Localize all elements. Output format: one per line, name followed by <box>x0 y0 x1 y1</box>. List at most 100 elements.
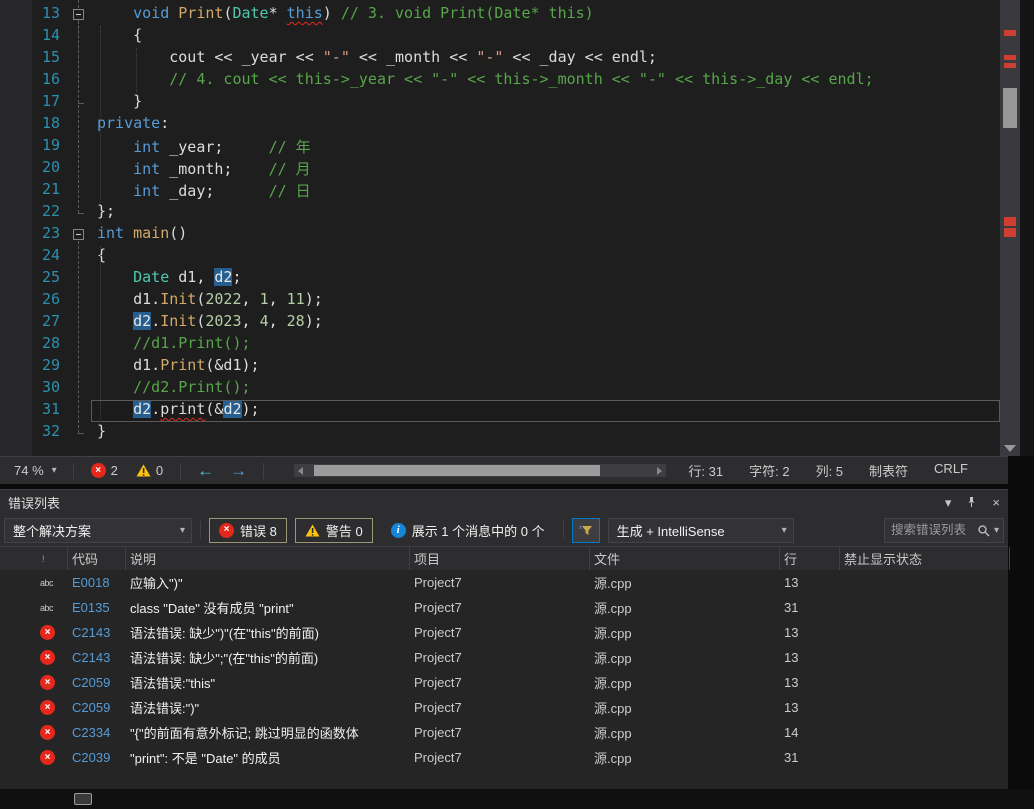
cell-file: 源.cpp <box>594 726 632 741</box>
cell-severity: × <box>0 650 68 665</box>
code-line-22[interactable]: }; <box>91 202 1000 224</box>
scrollbar-left-arrow-icon[interactable] <box>298 467 304 475</box>
error-icon: × <box>40 725 55 740</box>
separator <box>180 462 182 479</box>
code-line-25[interactable]: Date d1, d2; <box>91 268 1000 290</box>
window-position-chevron-icon[interactable]: ▾ <box>945 496 952 509</box>
caret-position-info: 行: 31 字符: 2 列: 5 制表符 CRLF <box>688 461 968 480</box>
error-list-titlebar[interactable]: 错误列表 ▾ × <box>0 490 1008 514</box>
code-token: << _day << endl; <box>503 48 657 66</box>
line-number: 32 <box>41 422 60 440</box>
tabs-indicator[interactable]: 制表符 <box>869 461 908 480</box>
cell-project: Project7 <box>414 600 462 615</box>
column-header-project[interactable]: 项目 <box>410 547 590 570</box>
code-line-32[interactable]: } <box>91 422 1000 444</box>
source-filter-dropdown[interactable]: 生成 + IntelliSense ▾ <box>607 517 794 543</box>
chevron-down-icon[interactable]: ▾ <box>994 525 999 536</box>
vertical-scrollbar[interactable] <box>1000 0 1020 456</box>
line-number: 27 <box>41 312 60 330</box>
cell-description: 语法错误: 缺少")"(在"this"的前面) <box>130 626 319 641</box>
warning-count-indicator[interactable]: 0 <box>136 463 163 478</box>
search-icon[interactable] <box>977 524 990 537</box>
error-row[interactable]: × C2334 "{"的前面有意外标记; 跳过明显的函数体 Project7 源.cpp… <box>0 720 1008 745</box>
error-row[interactable]: abc E0135 class "Date" 没有成员 "print" Project… <box>0 595 1008 620</box>
column-header-file[interactable]: 文件 <box>590 547 780 570</box>
pin-icon[interactable] <box>965 496 978 509</box>
warnings-filter-button[interactable]: 警告 0 <box>294 517 373 543</box>
fold-toggle-icon[interactable] <box>73 9 84 20</box>
cell-description: class "Date" 没有成员 "print" <box>130 601 294 616</box>
cell-code: E0018 <box>72 575 110 590</box>
code-area[interactable]: void Print(Date* this) // 3. void Print(… <box>91 0 1000 456</box>
line-number: 15 <box>41 48 60 66</box>
fold-toggle-icon[interactable] <box>73 229 84 240</box>
code-line-18[interactable]: private: <box>91 114 1000 136</box>
taskbar-icon[interactable] <box>74 793 92 805</box>
search-error-list-input[interactable] <box>891 523 973 537</box>
code-line-17[interactable]: } <box>91 92 1000 114</box>
code-token: int <box>133 138 161 156</box>
error-icon: × <box>40 700 55 715</box>
fold-margin[interactable] <box>66 0 91 456</box>
error-row[interactable]: × C2059 语法错误:"this" Project7 源.cpp 13 <box>0 670 1008 695</box>
code-line-30[interactable]: //d2.Print(); <box>91 378 1000 400</box>
cell-severity: × <box>0 700 68 715</box>
scrollbar-right-arrow-icon[interactable] <box>657 467 663 475</box>
messages-filter-button[interactable]: i 展示 1 个消息中的 0 个 <box>381 518 555 543</box>
code-line-28[interactable]: //d1.Print(); <box>91 334 1000 356</box>
severity-column-header[interactable]: ! <box>0 547 68 570</box>
code-line-19[interactable]: int _year; // 年 <box>91 136 1000 158</box>
code-line-21[interactable]: int _day; // 日 <box>91 180 1000 202</box>
filter-icon[interactable]: x <box>571 517 600 543</box>
code-token: void <box>133 4 170 22</box>
cell-project: Project7 <box>414 675 462 690</box>
code-token: << _month << <box>349 48 477 66</box>
code-line-26[interactable]: d1.Init(2022, 1, 11); <box>91 290 1000 312</box>
code-line-20[interactable]: int _month; // 月 <box>91 158 1000 180</box>
code-token: Init <box>160 290 197 308</box>
scope-filter-dropdown[interactable]: 整个解决方案 ▾ <box>4 517 192 543</box>
source-filter-value: 生成 + IntelliSense <box>616 523 725 539</box>
column-header-description[interactable]: 说明 <box>126 547 410 570</box>
scrollbar-thumb[interactable] <box>1003 88 1017 128</box>
error-row[interactable]: × C2143 语法错误: 缺少")"(在"this"的前面) Project7 源.c… <box>0 620 1008 645</box>
code-line-23[interactable]: int main() <box>91 224 1000 246</box>
error-row[interactable]: × C2143 语法错误: 缺少";"(在"this"的前面) Project7 源.c… <box>0 645 1008 670</box>
code-line-14[interactable]: { <box>91 26 1000 48</box>
cell-file: 源.cpp <box>594 576 632 591</box>
navigate-back-icon[interactable]: ← <box>197 461 214 481</box>
scrollbar-down-arrow-icon[interactable] <box>1004 445 1016 452</box>
code-line-15[interactable]: cout << _year << "-" << _month << "-" <<… <box>91 48 1000 70</box>
error-count-indicator[interactable]: × 2 <box>90 463 118 478</box>
close-icon[interactable]: × <box>992 496 1000 509</box>
line-number: 30 <box>41 378 60 396</box>
cell-description: "{"的前面有意外标记; 跳过明显的函数体 <box>130 726 359 741</box>
horizontal-scrollbar[interactable] <box>294 464 667 477</box>
line-number: 14 <box>41 26 60 44</box>
zoom-selector[interactable]: 74 % ▾ <box>6 461 65 480</box>
column-header-filler <box>1010 547 1014 570</box>
error-row[interactable]: × C2039 "print": 不是 "Date" 的成员 Project7 源.cp… <box>0 745 1008 770</box>
errors-filter-button[interactable]: × 错误 8 <box>209 517 287 543</box>
breakpoint-margin[interactable] <box>0 0 32 456</box>
column-header-code[interactable]: 代码 <box>68 547 126 570</box>
code-line-24[interactable]: { <box>91 246 1000 268</box>
code-line-31[interactable]: d2.print(&d2); <box>91 400 1000 422</box>
code-editor[interactable]: 13 14 15 16 17 18 19 20 21 22 23 24 25 26 27 28 29 30 31 32… <box>0 0 1034 456</box>
column-header-line[interactable]: 行 <box>780 547 840 570</box>
eol-indicator[interactable]: CRLF <box>934 461 968 480</box>
error-row[interactable]: × C2059 语法错误:")" Project7 源.cpp 13 <box>0 695 1008 720</box>
cell-code: E0135 <box>72 600 110 615</box>
column-header-suppression[interactable]: 禁止显示状态 <box>840 547 1010 570</box>
code-line-13[interactable]: void Print(Date* this) // 3. void Print(… <box>91 4 1000 26</box>
navigate-forward-icon[interactable]: → <box>230 461 247 481</box>
code-line-27[interactable]: d2.Init(2023, 4, 28); <box>91 312 1000 334</box>
code-line-29[interactable]: d1.Print(&d1); <box>91 356 1000 378</box>
search-error-list-box[interactable]: ▾ <box>884 517 1004 543</box>
horizontal-scrollbar-thumb[interactable] <box>314 465 601 476</box>
code-token: d2 <box>214 268 233 286</box>
cell-severity: abc <box>0 603 68 613</box>
code-line-16[interactable]: // 4. cout << this->_year << "-" << this… <box>91 70 1000 92</box>
error-row[interactable]: abc E0018 应输入")" Project7 源.cpp 13 <box>0 570 1008 595</box>
